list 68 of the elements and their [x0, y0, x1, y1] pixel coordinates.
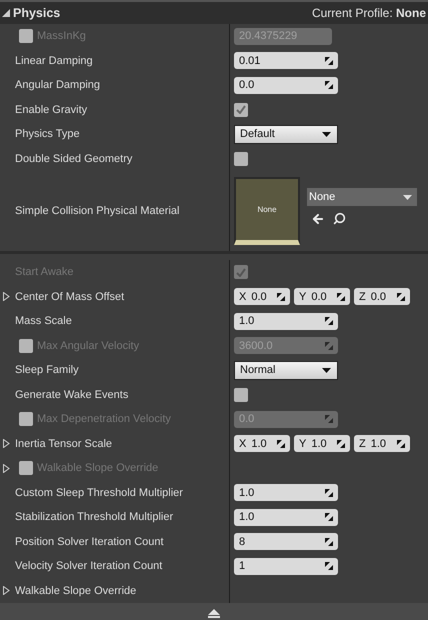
- spin-icon[interactable]: [325, 56, 333, 65]
- property-label: Mass Scale: [15, 315, 72, 328]
- property-label: Position Solver Iteration Count: [15, 536, 164, 548]
- caret-icon: [322, 132, 331, 137]
- spin-icon[interactable]: [277, 292, 285, 301]
- number-field[interactable]: 1.0: [234, 312, 338, 330]
- property-label: Walkable Slope Override: [37, 462, 158, 474]
- caret-icon: [322, 368, 331, 373]
- check-icon: [236, 105, 246, 114]
- asset-thumbnail[interactable]: None: [234, 177, 300, 245]
- property-label: Linear Damping: [15, 54, 93, 67]
- property-label: MassInKg: [37, 30, 86, 42]
- property-label: Double Sided Geometry: [15, 152, 132, 165]
- vector-field[interactable]: Z 0.0: [354, 288, 410, 306]
- vector-field[interactable]: X 1.0: [234, 435, 290, 452]
- check-icon: [236, 268, 246, 277]
- profile-label: Current Profile: None: [312, 6, 426, 20]
- spin-icon[interactable]: [325, 488, 333, 497]
- property-label: Start Awake: [15, 266, 74, 278]
- vector-field[interactable]: Y 1.0: [294, 435, 350, 452]
- caret-icon: [403, 194, 412, 200]
- dropdown[interactable]: Default: [234, 124, 338, 144]
- spin-icon[interactable]: [325, 513, 333, 522]
- property-label: Enable Gravity: [15, 104, 88, 116]
- property-label: Center Of Mass Offset: [15, 290, 124, 303]
- collapsed-arrow-icon[interactable]: [3, 292, 10, 302]
- section-title: Physics: [13, 6, 60, 20]
- number-field[interactable]: 0.01: [234, 52, 338, 70]
- checkbox[interactable]: [234, 102, 248, 117]
- collapsed-arrow-icon[interactable]: [3, 439, 10, 448]
- checkbox[interactable]: [234, 388, 248, 402]
- spin-icon[interactable]: [325, 317, 333, 326]
- search-icon[interactable]: [333, 212, 346, 225]
- property-label: Sleep Family: [15, 364, 79, 376]
- spin-icon[interactable]: [337, 440, 345, 448]
- number-field[interactable]: 1.0: [234, 508, 338, 526]
- property-label: Max Angular Velocity: [37, 340, 140, 352]
- vector-field[interactable]: X 0.0: [234, 288, 290, 306]
- spin-icon[interactable]: [337, 292, 345, 301]
- section-header[interactable]: Physics Current Profile: None: [0, 2, 428, 24]
- asset-dropdown[interactable]: None: [307, 188, 417, 206]
- dropdown[interactable]: Normal: [234, 360, 338, 380]
- spin-icon[interactable]: [277, 440, 285, 448]
- number-field[interactable]: 1.0: [234, 484, 338, 502]
- checkbox[interactable]: [234, 152, 248, 166]
- number-field[interactable]: 8: [234, 533, 338, 550]
- number-field[interactable]: 0.0: [234, 76, 338, 94]
- number-field[interactable]: 1: [234, 558, 338, 575]
- property-label: Physics Type: [15, 128, 80, 140]
- property-label: Velocity Solver Iteration Count: [15, 560, 162, 572]
- spin-icon[interactable]: [325, 81, 333, 90]
- property-label: Generate Wake Events: [15, 388, 128, 401]
- spin-icon[interactable]: [397, 440, 405, 448]
- property-label: Simple Collision Physical Material: [15, 205, 180, 217]
- spin-icon[interactable]: [397, 292, 405, 301]
- property-label: Max Depenetration Velocity: [37, 413, 171, 426]
- property-label: Inertia Tensor Scale: [15, 438, 112, 450]
- property-label: Angular Damping: [15, 79, 100, 92]
- property-label: Stabilization Threshold Multiplier: [15, 511, 174, 524]
- property-label: Walkable Slope Override: [15, 584, 136, 597]
- collapse-icon[interactable]: [208, 608, 220, 618]
- expanded-arrow-icon[interactable]: [2, 9, 10, 17]
- vector-field[interactable]: Y 0.0: [294, 288, 350, 306]
- vector-field[interactable]: Z 1.0: [354, 435, 410, 452]
- property-label: Custom Sleep Threshold Multiplier: [15, 486, 183, 499]
- collapsed-arrow-icon[interactable]: [3, 586, 10, 596]
- spin-icon[interactable]: [325, 562, 333, 570]
- spin-icon[interactable]: [325, 538, 333, 546]
